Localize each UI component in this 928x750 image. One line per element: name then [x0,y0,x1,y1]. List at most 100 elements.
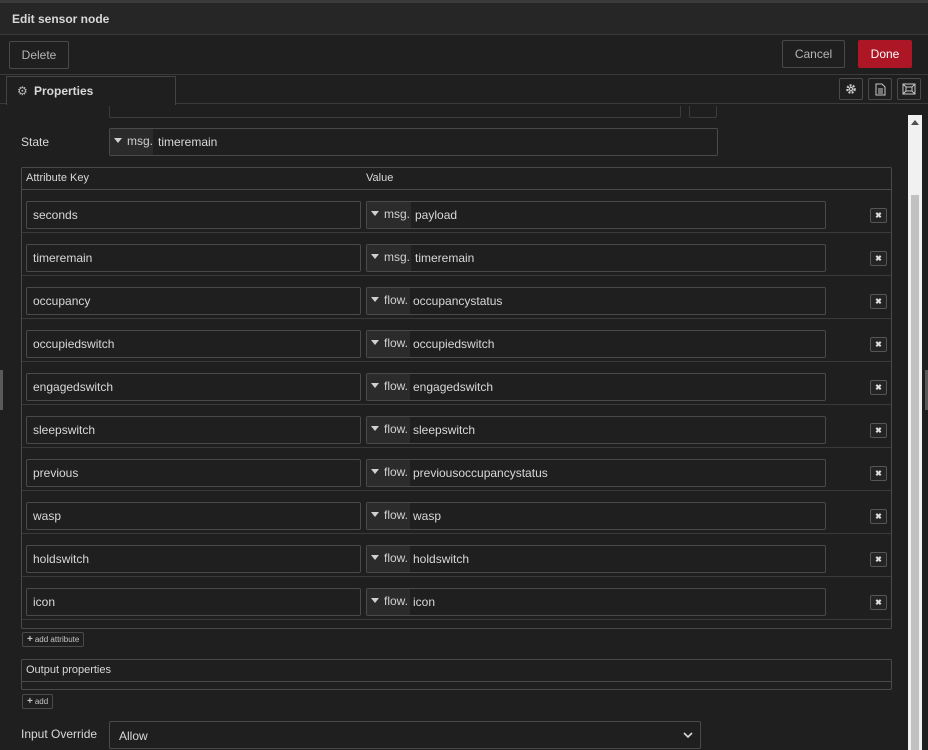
add-attribute-button[interactable]: + add attribute [22,632,85,647]
attribute-key-input[interactable]: occupancy [26,287,361,315]
state-typed-input[interactable]: msg. timeremain [109,128,718,156]
attribute-value-input[interactable]: flow. icon [366,588,826,616]
attribute-type-label: msg. [384,207,411,221]
plus-icon: + [27,634,33,645]
settings-tab-button[interactable] [839,78,863,100]
attribute-type-select[interactable]: flow. [367,589,410,615]
attribute-key-input[interactable]: timeremain [26,244,361,272]
attribute-value-input[interactable]: flow. previousoccupancystatus [366,459,826,487]
attribute-row: occupiedswitch flow. occupiedswitch ✖ [22,319,891,362]
remove-attribute-icon[interactable]: ✖ [870,509,887,524]
remove-attribute-icon[interactable]: ✖ [870,466,887,481]
remove-attribute-icon[interactable]: ✖ [870,294,887,309]
attribute-value-input[interactable]: flow. holdswitch [366,545,826,573]
delete-button[interactable]: Delete [9,41,69,69]
attribute-value-input[interactable]: flow. sleepswitch [366,416,826,444]
attribute-key-input[interactable]: occupiedswitch [26,330,361,358]
remove-attribute-icon[interactable]: ✖ [870,423,887,438]
attribute-value-input[interactable]: flow. wasp [366,502,826,530]
attribute-type-label: flow. [384,336,409,350]
chevron-down-icon [683,732,693,739]
attribute-value-input[interactable]: flow. occupiedswitch [366,330,826,358]
attribute-value-input[interactable]: flow. occupancystatus [366,287,826,315]
attribute-type-label: flow. [384,293,409,307]
attribute-key-input[interactable]: engagedswitch [26,373,361,401]
clipped-button[interactable] [689,106,717,118]
tab-bar: ⚙ Properties [0,75,928,105]
attribute-type-label: flow. [384,508,409,522]
attribute-row: wasp flow. wasp ✖ [22,491,891,534]
remove-attribute-icon[interactable]: ✖ [870,208,887,223]
attribute-value: sleepswitch [413,423,476,437]
attribute-type-select[interactable]: flow. [367,288,410,314]
input-override-value: Allow [119,729,148,743]
remove-attribute-icon[interactable]: ✖ [870,552,887,567]
gear-icon [846,84,856,94]
remove-attribute-icon[interactable]: ✖ [870,251,887,266]
attribute-row: timeremain msg. timeremain ✖ [22,233,891,276]
attribute-type-select[interactable]: flow. [367,417,410,443]
appearance-tab-button[interactable] [897,78,921,100]
attribute-row: sleepswitch flow. sleepswitch ✖ [22,405,891,448]
description-tab-button[interactable] [868,78,892,100]
attribute-value: occupancystatus [413,294,503,308]
attribute-type-select[interactable]: flow. [367,374,410,400]
attribute-key-input[interactable]: sleepswitch [26,416,361,444]
attribute-key-input[interactable]: icon [26,588,361,616]
dialog-title: Edit sensor node [12,12,110,26]
state-type-label: msg. [127,134,154,148]
attribute-row: previous flow. previousoccupancystatus ✖ [22,448,891,491]
attribute-type-select[interactable]: msg. [367,245,411,271]
caret-down-icon [371,211,379,217]
attribute-type-label: msg. [384,250,411,264]
output-properties-title: Output properties [26,664,111,676]
attribute-key-input[interactable]: holdswitch [26,545,361,573]
attribute-type-label: flow. [384,422,409,436]
attribute-type-label: flow. [384,465,409,479]
clipped-input[interactable] [109,106,681,118]
add-output-button[interactable]: + add [22,694,54,709]
attribute-list-header: Attribute Key Value [22,168,891,190]
appearance-icon [902,83,916,95]
attribute-value: engagedswitch [413,380,494,394]
attribute-type-select[interactable]: flow. [367,546,410,572]
caret-down-icon [371,598,379,604]
attribute-key-input[interactable]: seconds [26,201,361,229]
attribute-type-select[interactable]: msg. [367,202,411,228]
scrollbar[interactable] [908,115,922,750]
tab-properties[interactable]: ⚙ Properties [6,76,176,105]
attribute-type-select[interactable]: flow. [367,460,410,486]
caret-down-icon [371,383,379,389]
dialog-titlebar: Edit sensor node [0,0,928,35]
remove-attribute-icon[interactable]: ✖ [870,380,887,395]
scroll-up-icon[interactable] [911,120,919,125]
left-resize-handle[interactable] [0,370,3,410]
remove-attribute-icon[interactable]: ✖ [870,337,887,352]
attribute-value-input[interactable]: flow. engagedswitch [366,373,826,401]
state-type-select[interactable]: msg. [110,129,153,155]
cancel-button[interactable]: Cancel [782,40,845,68]
attribute-row: icon flow. icon ✖ [22,577,891,620]
input-override-select[interactable]: Allow [109,721,701,749]
attribute-type-select[interactable]: flow. [367,331,410,357]
attribute-row: holdswitch flow. holdswitch ✖ [22,534,891,577]
attribute-key-input[interactable]: previous [26,459,361,487]
attribute-value: timeremain [415,251,475,265]
attribute-row: engagedswitch flow. engagedswitch ✖ [22,362,891,405]
attribute-value-header: Value [366,172,394,184]
attribute-key-input[interactable]: wasp [26,502,361,530]
tab-properties-label: Properties [34,84,94,98]
attribute-type-select[interactable]: flow. [367,503,410,529]
add-output-label: add [34,697,49,706]
scrollbar-thumb[interactable] [911,195,919,750]
caret-down-icon [371,254,379,260]
remove-attribute-icon[interactable]: ✖ [870,595,887,610]
attribute-value: holdswitch [413,552,470,566]
caret-down-icon [371,555,379,561]
attribute-value-input[interactable]: msg. payload [366,201,826,229]
attribute-value: occupiedswitch [413,337,495,351]
attribute-value-input[interactable]: msg. timeremain [366,244,826,272]
caret-down-icon [114,138,122,144]
done-button[interactable]: Done [858,40,912,68]
properties-panel: State msg. timeremain Attribute Key Valu… [0,104,908,750]
